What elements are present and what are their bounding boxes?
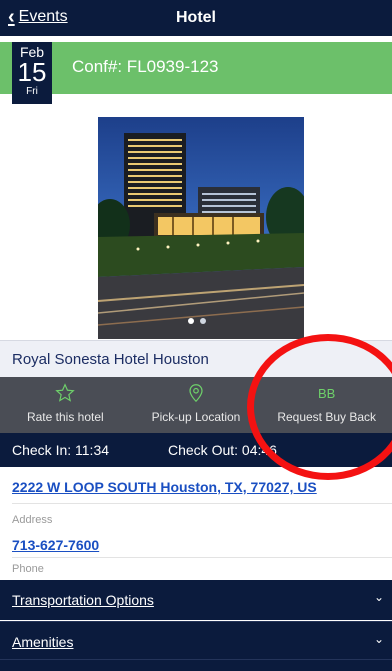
date-day: 15 — [17, 57, 47, 87]
amenities-label: Amenities — [12, 634, 74, 650]
date-weekday: Fri — [26, 86, 38, 97]
address-label: Address — [12, 514, 53, 526]
rate-hotel-button[interactable]: Rate this hotel — [0, 377, 131, 433]
carousel-dot-1[interactable] — [188, 318, 194, 324]
hotel-photo[interactable] — [98, 117, 304, 339]
next-section-edge — [0, 659, 392, 671]
pickup-location-button[interactable]: Pick-up Location — [131, 377, 262, 433]
divider — [12, 557, 392, 558]
top-nav-bar: ‹ Events Hotel — [0, 0, 392, 36]
chevron-down-icon: ⌄ — [373, 632, 384, 646]
hotel-name: Royal Sonesta Hotel Houston — [12, 351, 209, 368]
transportation-options-label: Transportation Options — [12, 592, 154, 608]
page-title: Hotel — [176, 9, 216, 26]
star-icon — [0, 383, 131, 405]
location-pin-icon — [131, 383, 262, 405]
carousel-dots[interactable] — [188, 318, 206, 324]
divider — [12, 503, 392, 504]
check-in-time: Check In: 11:34 — [12, 442, 110, 458]
date-badge: Feb 15 Fri — [12, 42, 52, 104]
carousel-dot-2[interactable] — [200, 318, 206, 324]
confirmation-number: Conf#: FL0939-123 — [72, 57, 219, 76]
phone-link[interactable]: 713-627-7600 — [12, 537, 99, 553]
address-link[interactable]: 2222 W LOOP SOUTH Houston, TX, 77027, US — [12, 479, 317, 495]
transportation-options-section[interactable]: Transportation Options ⌄ — [0, 580, 392, 620]
phone-label: Phone — [12, 563, 44, 575]
rate-hotel-label: Rate this hotel — [26, 410, 104, 424]
amenities-section[interactable]: Amenities ⌄ — [0, 621, 392, 659]
pickup-location-label: Pick-up Location — [151, 410, 241, 424]
hotel-photo-illustration — [98, 117, 304, 339]
chevron-down-icon: ⌄ — [373, 590, 384, 604]
